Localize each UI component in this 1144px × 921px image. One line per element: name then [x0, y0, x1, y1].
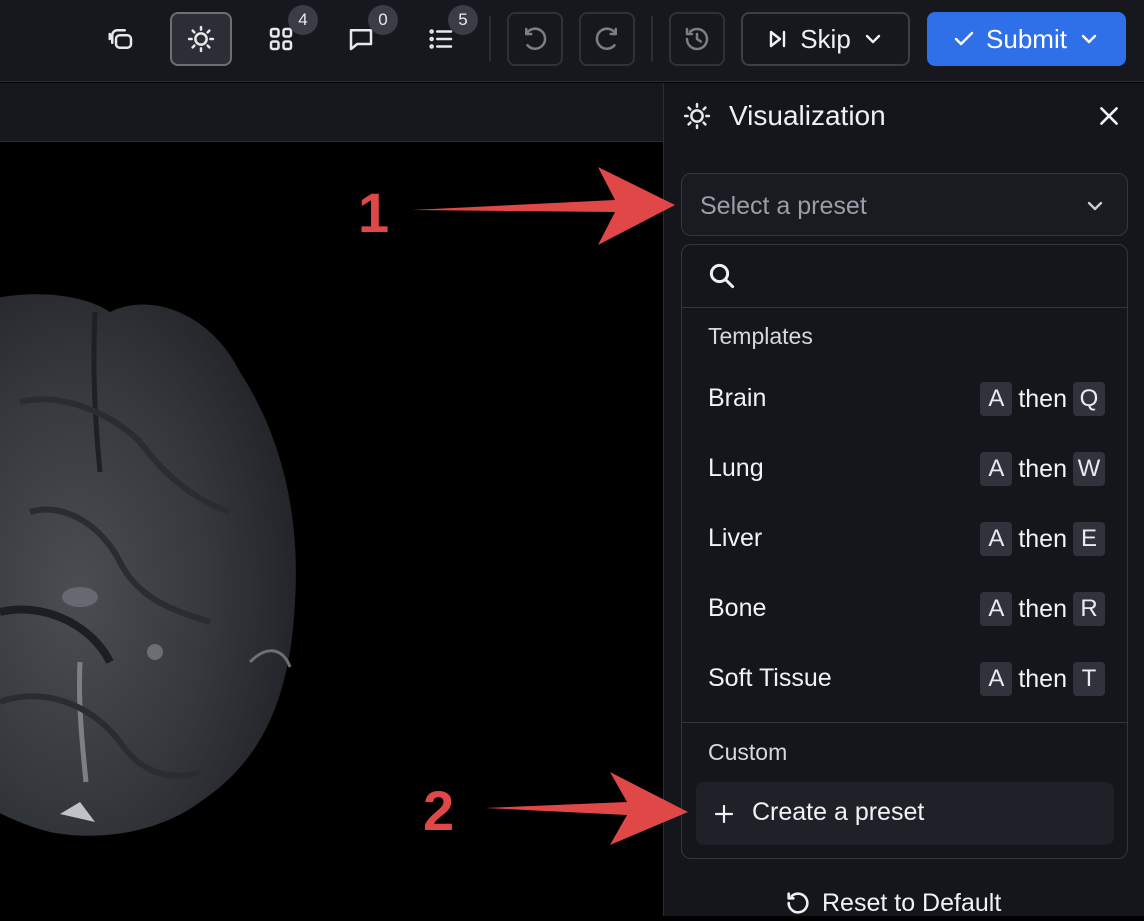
top-toolbar: 4 0 5 Skip Submit: [0, 0, 1144, 82]
undo-button[interactable]: [507, 12, 563, 66]
shortcut-then: then: [1018, 384, 1067, 413]
undo-icon: [525, 27, 547, 50]
preset-select[interactable]: Select a preset: [681, 173, 1128, 236]
chevron-down-icon: [1083, 194, 1107, 218]
preset-option-label: Lung: [708, 454, 764, 482]
shortcut-key: A: [980, 452, 1013, 486]
shortcut-key: Q: [1073, 382, 1105, 416]
submit-button[interactable]: Submit: [927, 12, 1126, 66]
preset-option-liver[interactable]: Liver A then E: [682, 510, 1127, 570]
sun-icon: [187, 25, 215, 53]
custom-section-label: Custom: [708, 739, 788, 765]
redo-button[interactable]: [579, 12, 635, 66]
create-preset-button[interactable]: Create a preset: [696, 782, 1114, 845]
preset-option-label: Soft Tissue: [708, 664, 832, 692]
preset-option-brain[interactable]: Brain A then Q: [682, 370, 1127, 430]
chevron-down-icon: [865, 34, 880, 44]
list-count-badge: 5: [448, 5, 478, 35]
shortcut-then: then: [1018, 454, 1067, 483]
check-icon: [954, 31, 974, 46]
preset-placeholder: Select a preset: [700, 192, 867, 220]
comments-count-badge: 0: [368, 5, 398, 35]
submit-label: Submit: [986, 23, 1067, 54]
close-icon[interactable]: [1096, 103, 1122, 129]
shortcut-key: A: [980, 592, 1013, 626]
reset-icon: [787, 892, 809, 914]
panel-title: Visualization: [729, 100, 886, 131]
layers-icon: [108, 29, 133, 49]
dropdown-divider: [682, 722, 1127, 723]
shortcut-key: A: [980, 522, 1013, 556]
panel-header: Visualization: [664, 83, 1144, 149]
preset-option-lung[interactable]: Lung A then W: [682, 440, 1127, 500]
skip-label: Skip: [800, 23, 851, 54]
brain-mri-slice: [0, 294, 296, 836]
preset-search-input[interactable]: [748, 257, 1112, 297]
toolbar-divider: [651, 16, 653, 62]
history-button[interactable]: [669, 12, 725, 66]
shortcut-then: then: [1018, 524, 1067, 553]
keyboard-shortcut: A then R: [980, 592, 1105, 626]
preset-option-label: Bone: [708, 594, 767, 622]
shortcut-then: then: [1018, 664, 1067, 693]
shortcut-key: E: [1073, 522, 1105, 556]
chevron-down-icon: [1081, 34, 1097, 44]
shortcut-key: R: [1073, 592, 1105, 626]
layers-button[interactable]: [90, 12, 152, 66]
keyboard-shortcut: A then Q: [980, 382, 1105, 416]
shortcut-key: A: [980, 662, 1013, 696]
viewer-subbar: [0, 83, 663, 142]
preset-dropdown: Templates Brain A then Q Lung A then W L…: [681, 244, 1128, 859]
brightness-button[interactable]: [170, 12, 232, 66]
keyboard-shortcut: A then T: [980, 662, 1105, 696]
shortcut-key: W: [1073, 452, 1105, 486]
keyboard-shortcut: A then W: [980, 452, 1105, 486]
toolbar-divider: [489, 16, 491, 62]
templates-section-label: Templates: [708, 323, 813, 349]
visualization-panel: Visualization Select a preset Templates …: [663, 83, 1144, 917]
skip-icon: [770, 30, 786, 48]
preset-option-soft-tissue[interactable]: Soft Tissue A then T: [682, 650, 1127, 710]
shortcut-key: A: [980, 382, 1013, 416]
keyboard-shortcut: A then E: [980, 522, 1105, 556]
preset-search-row: [682, 245, 1127, 308]
sun-icon: [682, 101, 712, 131]
create-preset-label: Create a preset: [752, 798, 925, 826]
reset-label: Reset to Default: [822, 888, 1002, 917]
preset-option-label: Liver: [708, 524, 763, 552]
annotations-count-badge: 4: [288, 5, 318, 35]
image-viewport[interactable]: [0, 142, 663, 916]
annotation-step-1: 1: [358, 181, 390, 244]
annotation-step-2: 2: [423, 779, 455, 842]
preset-option-label: Brain: [708, 384, 767, 412]
shortcut-key: T: [1073, 662, 1105, 696]
skip-button[interactable]: Skip: [741, 12, 910, 66]
preset-option-bone[interactable]: Bone A then R: [682, 580, 1127, 640]
plus-icon: [712, 802, 736, 826]
search-icon: [707, 261, 737, 291]
shortcut-then: then: [1018, 594, 1067, 623]
history-icon: [685, 27, 709, 51]
redo-icon: [595, 27, 617, 50]
